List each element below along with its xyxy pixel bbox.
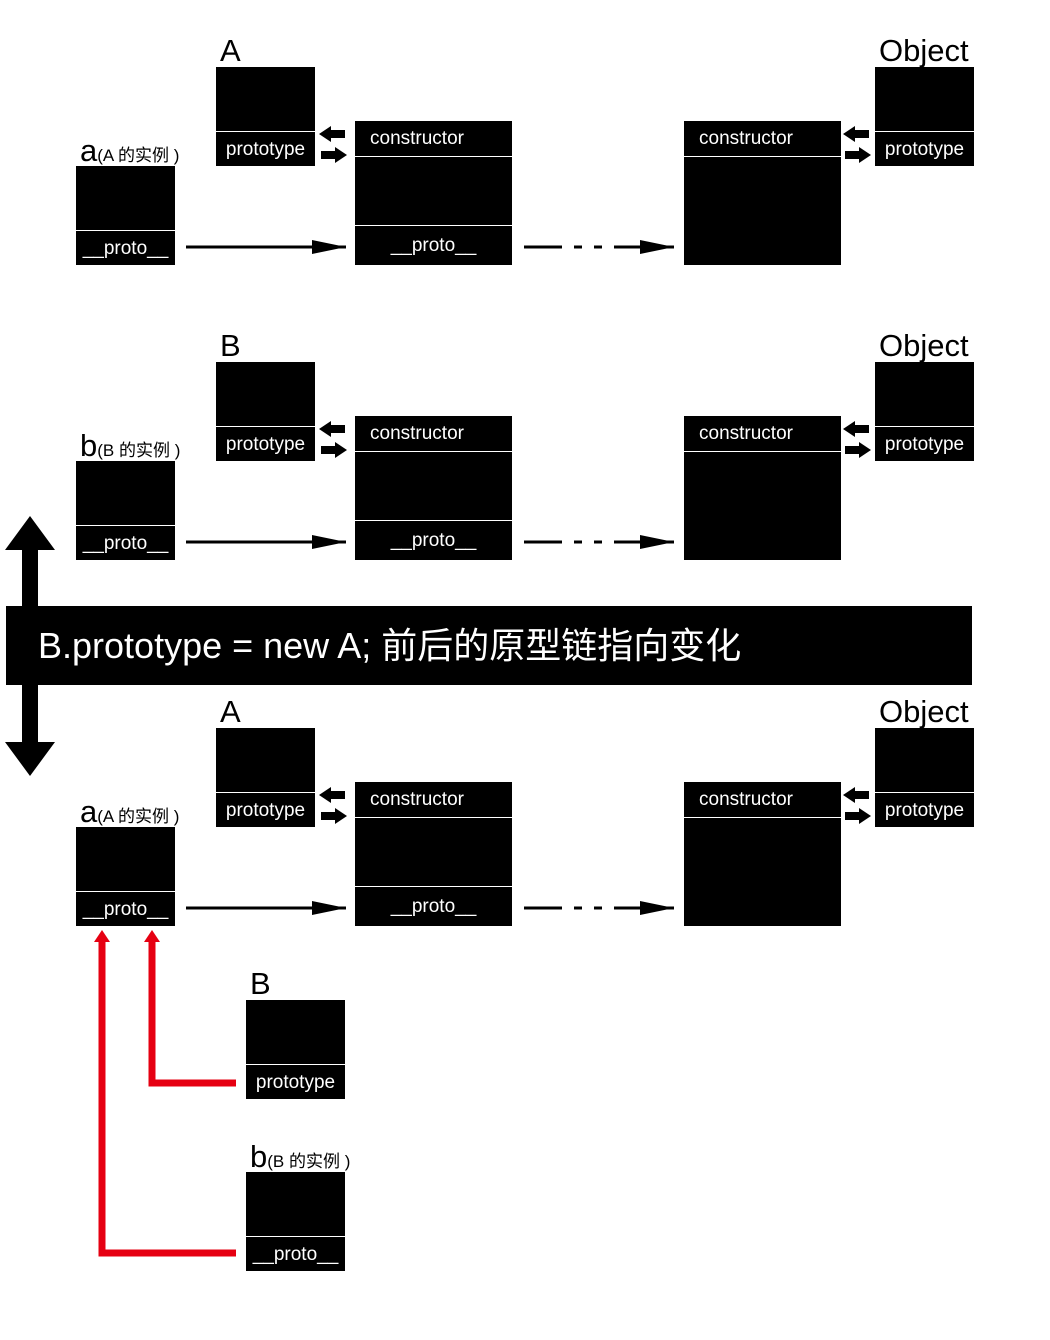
- double-arrow-a-ctor-link-3: [319, 787, 347, 824]
- connectors-layer: [5, 126, 871, 1257]
- red-link-b-instance-proto-to-a-instance: [94, 930, 236, 1257]
- double-arrow-a-ctor-link-1: [319, 126, 347, 163]
- proto-arrow-a-to-aprototype-after: [186, 901, 346, 915]
- double-arrow-object-ctor-link-3: [843, 787, 871, 824]
- dashed-arrow-to-object-prototype-1: [524, 240, 674, 254]
- proto-arrow-b-to-bprototype: [186, 535, 346, 549]
- red-link-b-prototype-to-a-instance: [144, 930, 236, 1087]
- proto-arrow-a-to-aprototype: [186, 240, 346, 254]
- big-vertical-double-arrow: [5, 516, 55, 776]
- double-arrow-object-ctor-link-1: [843, 126, 871, 163]
- double-arrow-object-ctor-link-2: [843, 421, 871, 458]
- dashed-arrow-to-object-prototype-2: [524, 535, 674, 549]
- double-arrow-b-ctor-link-2: [319, 421, 347, 458]
- dashed-arrow-to-object-prototype-3: [524, 901, 674, 915]
